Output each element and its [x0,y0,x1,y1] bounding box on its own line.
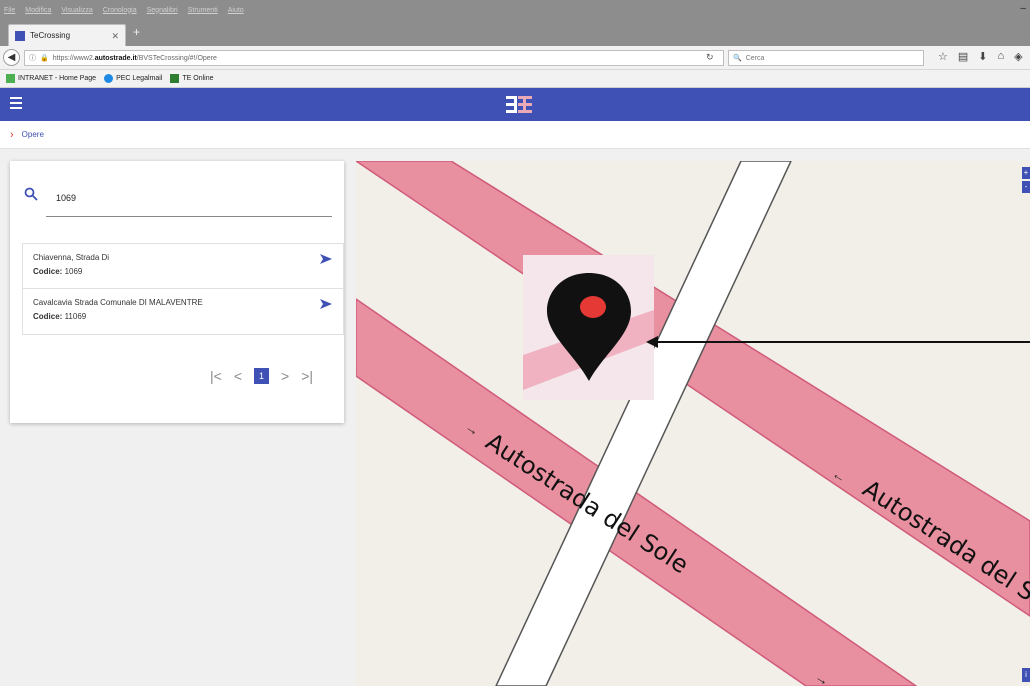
zoom-controls: + - [1022,167,1030,195]
browser-tabbar: TeCrossing ✕ + [0,20,1030,46]
menu-visualizza[interactable]: Visualizza [61,7,92,14]
browser-tab[interactable]: TeCrossing ✕ [8,24,126,46]
result-code-value: 1069 [64,267,83,276]
result-name: Chiavenna, Strada Di [33,253,110,262]
menu-aiuto[interactable]: Aiuto [228,7,244,14]
te-online-icon [170,74,180,83]
library-icon[interactable]: ▤ [958,50,968,63]
bookmark-star-icon[interactable]: ☆ [938,50,948,63]
browser-navbar: ◀ ⓘ 🔒 https://www2.autostrade.it/BVSTeCr… [0,46,1030,70]
search-input[interactable]: 1069 [56,193,76,203]
bookmarks-bar: INTRANET - Home Page PEC Legalmail TE On… [0,70,1030,88]
url-bar[interactable]: ⓘ 🔒 https://www2.autostrade.it/BVSTeCros… [24,50,724,66]
close-tab-icon[interactable]: ✕ [111,31,119,42]
shield-icon[interactable]: ◈ [1014,50,1022,63]
chevron-right-icon: › [10,128,14,141]
map-canvas: → ← → Autostrada del Sole Autostrada del… [356,161,1030,686]
result-name: Cavalcavia Strada Comunale DI MALAVENTRE [33,298,203,307]
url-domain: autostrade.it [94,54,137,62]
result-list: Chiavenna, Strada Di Codice: 1069 Cavalc… [22,243,344,335]
prev-page-button[interactable]: < [234,368,242,384]
bookmark-pec[interactable]: PEC Legalmail [104,74,162,83]
menu-file[interactable]: File [4,7,15,14]
navigate-arrow-icon[interactable] [319,252,333,266]
navigate-arrow-icon[interactable] [319,297,333,311]
info-icon[interactable]: ⓘ [29,53,36,63]
search-panel: 1069 Chiavenna, Strada Di Codice: 1069 C… [10,161,344,423]
back-button[interactable]: ◀ [3,49,20,66]
list-item[interactable]: Chiavenna, Strada Di Codice: 1069 [23,244,343,289]
first-page-button[interactable]: |< [210,368,222,384]
menu-modifica[interactable]: Modifica [25,7,51,14]
last-page-button[interactable]: >| [301,368,313,384]
bookmark-pec-label: PEC Legalmail [116,75,163,82]
zoom-out-button[interactable]: - [1022,181,1030,193]
search-underline [46,216,332,217]
zoom-in-button[interactable]: + [1022,167,1030,179]
map-info-button[interactable]: i [1022,668,1030,682]
minimize-icon[interactable]: – [1020,3,1026,14]
list-item[interactable]: Cavalcavia Strada Comunale DI MALAVENTRE… [23,289,343,334]
intranet-icon [6,74,15,83]
download-icon[interactable]: ⬇ [978,50,987,63]
menu-segnalibri[interactable]: Segnalibri [147,7,178,14]
annotation-arrow [646,336,1030,348]
back-arrow-icon: ◀ [7,52,16,63]
url-prefix: https://www2. [52,54,95,62]
url-path: /BVSTeCrossing/#!/Opere [136,54,217,62]
next-page-button[interactable]: > [281,368,289,384]
pec-icon [104,74,114,83]
app-header [0,88,1030,121]
browser-search-placeholder: Cerca [745,54,765,62]
browser-menubar: File Modifica Visualizza Cronologia Segn… [0,0,1030,20]
reload-icon[interactable]: ↻ [706,52,714,63]
url-text: https://www2.autostrade.it/BVSTeCrossing… [53,55,217,62]
result-code: Codice: 11069 [33,312,343,321]
pagination: |< < 1 > >| [210,368,313,384]
menu-strumenti[interactable]: Strumenti [188,7,218,14]
main-content: 1069 Chiavenna, Strada Di Codice: 1069 C… [0,149,1030,686]
bookmark-intranet[interactable]: INTRANET - Home Page [6,74,96,83]
lock-icon: 🔒 [40,55,49,62]
search-icon [24,187,38,201]
new-tab-icon[interactable]: + [133,25,140,39]
arrowhead-icon [646,336,658,348]
current-page-button[interactable]: 1 [254,368,269,384]
menu-cronologia[interactable]: Cronologia [103,7,137,14]
browser-search-bar[interactable]: 🔍 Cerca [728,50,924,66]
bookmark-te-online-label: TE Online [182,75,214,82]
result-code-label: Codice: [33,267,63,276]
bookmark-te-online[interactable]: TE Online [170,74,214,83]
result-code-value: 11069 [64,312,87,321]
zoomed-marker-inset [523,255,654,400]
app-logo [506,94,534,121]
tab-title: TeCrossing [30,31,71,40]
hamburger-menu-icon[interactable] [10,97,22,112]
toolbar-icons: ☆ ▤ ⬇ ⌂ ◈ [938,50,1023,63]
search-icon: 🔍 [733,55,742,62]
breadcrumb: › Opere [0,121,1030,149]
map-view[interactable]: → ← → Autostrada del Sole Autostrada del… [356,161,1030,686]
result-code: Codice: 1069 [33,267,343,276]
result-code-label: Codice: [33,312,63,321]
home-icon[interactable]: ⌂ [998,50,1005,63]
app-favicon-icon [15,30,25,41]
breadcrumb-opere[interactable]: Opere [22,130,44,139]
bookmark-intranet-label: INTRANET - Home Page [18,75,97,82]
